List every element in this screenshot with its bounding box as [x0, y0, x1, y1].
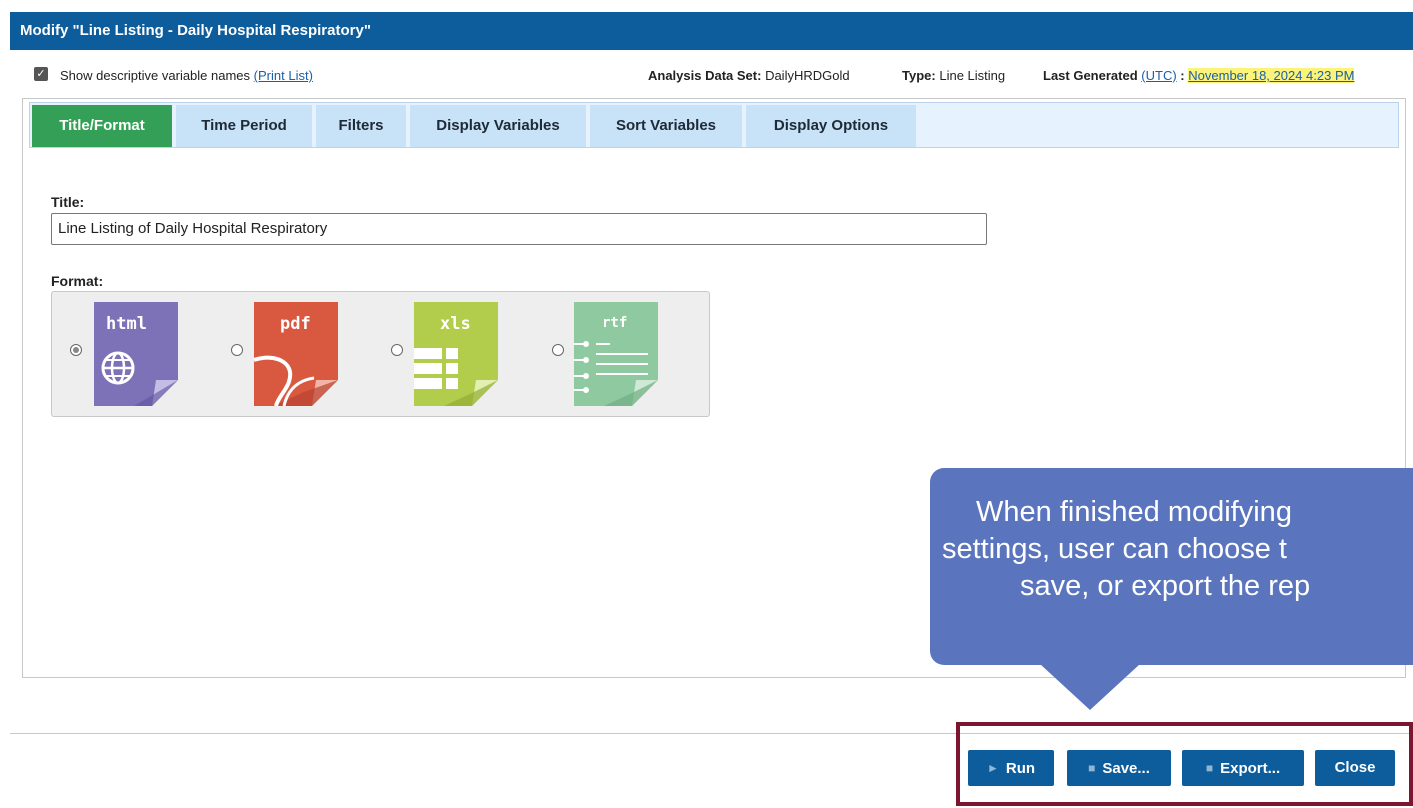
window-title: Modify "Line Listing - Daily Hospital Re… [20, 22, 371, 39]
analysis-data-set: Analysis Data Set: DailyHRDGold [648, 68, 850, 83]
print-list-link[interactable]: (Print List) [254, 68, 313, 83]
show-descriptive-checkbox[interactable]: ✓ [34, 67, 48, 81]
tab-time-period[interactable]: Time Period [176, 105, 312, 147]
callout-line-3: save, or export the rep [1020, 570, 1311, 602]
run-icon: ► [986, 761, 999, 775]
save-icon: ■ [1088, 761, 1096, 775]
export-button[interactable]: ■ Export... [1182, 750, 1304, 786]
html-format-text: html [106, 314, 147, 334]
tab-display-variables[interactable]: Display Variables [410, 105, 586, 147]
rtf-format-text: rtf [602, 315, 627, 331]
utc-link[interactable]: (UTC) [1141, 68, 1176, 83]
format-radio-xls[interactable] [391, 344, 403, 356]
last-generated-date[interactable]: November 18, 2024 4:23 PM [1188, 68, 1355, 83]
callout-pointer [1040, 664, 1140, 710]
tab-display-options[interactable]: Display Options [746, 105, 916, 147]
tab-title-format[interactable]: Title/Format [32, 105, 172, 147]
callout-line-2: settings, user can choose t [942, 533, 1287, 565]
xls-file-icon[interactable]: xls [414, 302, 498, 406]
callout-line-1: When finished modifying [976, 496, 1292, 528]
pdf-file-icon[interactable]: pdf [254, 302, 338, 406]
format-radio-pdf[interactable] [231, 344, 243, 356]
report-type: Type: Line Listing [902, 68, 1006, 83]
format-radio-html[interactable] [70, 344, 82, 356]
pdf-format-text: pdf [280, 314, 311, 334]
title-input[interactable]: Line Listing of Daily Hospital Respirato… [51, 213, 987, 245]
html-file-icon[interactable]: html [94, 302, 178, 406]
close-button[interactable]: Close [1315, 750, 1395, 786]
show-descriptive-label: Show descriptive variable names (Print L… [60, 68, 313, 83]
export-icon: ■ [1205, 761, 1214, 775]
rtf-file-icon[interactable]: rtf [574, 302, 658, 406]
format-label: Format: [51, 273, 104, 289]
title-label: Title: [51, 194, 85, 210]
save-button[interactable]: ■ Save... [1067, 750, 1171, 786]
tab-sort-variables[interactable]: Sort Variables [590, 105, 742, 147]
window-title-bar: Modify "Line Listing - Daily Hospital Re… [10, 12, 1413, 50]
format-radio-rtf[interactable] [552, 344, 564, 356]
xls-format-text: xls [440, 314, 471, 334]
run-button[interactable]: ► Run [968, 750, 1054, 786]
tab-filters[interactable]: Filters [316, 105, 406, 147]
instruction-callout: When finished modifying settings, user c… [930, 468, 1413, 665]
last-generated: Last Generated (UTC) : November 18, 2024… [1043, 68, 1355, 83]
format-options: html pdf xls rtf [51, 291, 710, 417]
info-bar: ✓ Show descriptive variable names (Print… [10, 62, 1413, 86]
tab-strip: Title/Format Time Period Filters Display… [29, 102, 1399, 148]
